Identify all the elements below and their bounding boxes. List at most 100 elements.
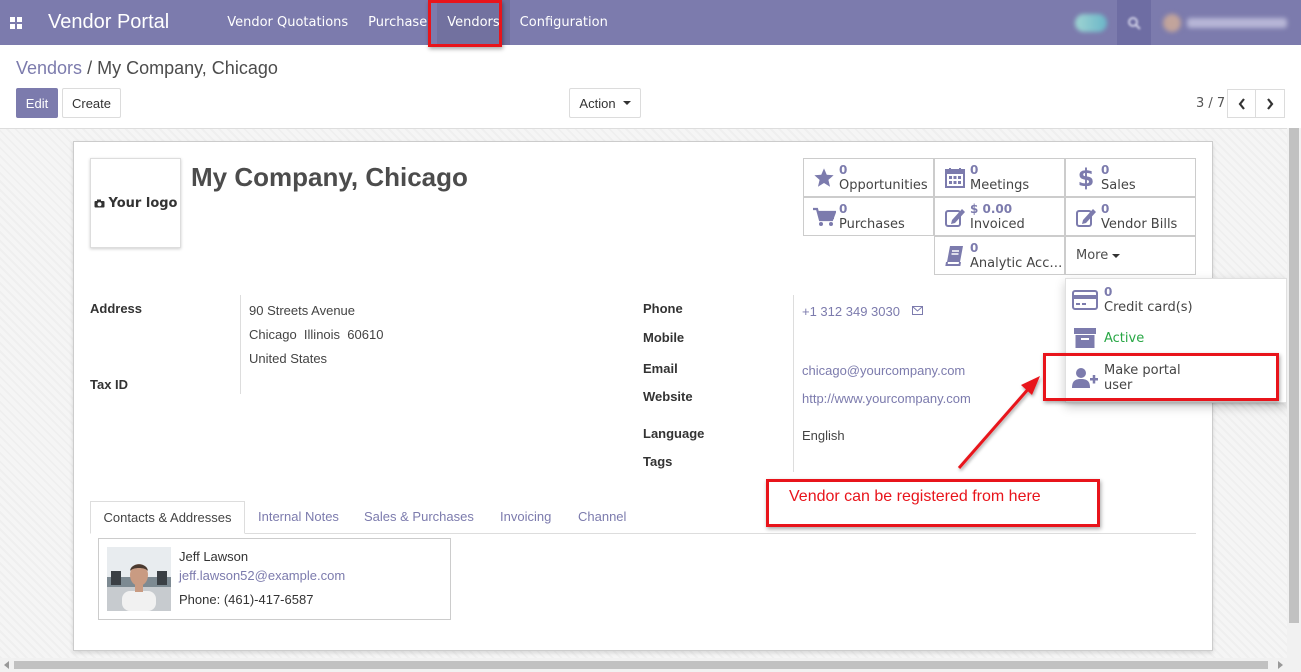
blurred-user-name: [1187, 17, 1287, 28]
invoiced-amount: $ 0.00: [970, 201, 1013, 216]
vendor-bills-label: Vendor Bills: [1101, 216, 1178, 232]
grid-icon: [10, 16, 22, 29]
edit-button[interactable]: Edit: [16, 88, 58, 118]
meetings-smart-button[interactable]: 0 Meetings: [934, 158, 1065, 197]
main-menu: Vendor Quotations Purchase Vendors Confi…: [217, 0, 618, 45]
credit-cards-count: 0: [1104, 285, 1113, 299]
chevron-right-icon: [1267, 97, 1274, 110]
scroll-right-arrow-icon[interactable]: [1276, 661, 1284, 669]
company-logo[interactable]: Your logo: [90, 158, 181, 248]
vertical-scrollbar[interactable]: [1287, 128, 1301, 658]
pager-previous-button[interactable]: [1227, 89, 1257, 118]
breadcrumb-current: My Company, Chicago: [97, 58, 278, 78]
language-label: Language: [643, 426, 705, 441]
tags-label: Tags: [643, 454, 673, 469]
tab-internal-notes[interactable]: Internal Notes: [258, 509, 339, 524]
opportunities-count: 0: [839, 162, 848, 177]
tabs-baseline: [90, 533, 1196, 534]
phone-link[interactable]: +1 312 349 3030: [802, 304, 900, 319]
book-icon: [945, 245, 963, 266]
meetings-label: Meetings: [970, 177, 1030, 193]
vendor-bills-smart-button[interactable]: 0 Vendor Bills: [1065, 197, 1196, 236]
action-dropdown[interactable]: Action: [569, 88, 641, 118]
menu-vendor-quotations[interactable]: Vendor Quotations: [217, 0, 358, 45]
active-toggle-button[interactable]: Active: [1066, 325, 1286, 351]
website-label: Website: [643, 389, 693, 404]
breadcrumb: Vendors / My Company, Chicago: [16, 58, 278, 79]
contact-avatar: [107, 547, 171, 611]
more-smart-button[interactable]: More: [1065, 236, 1196, 275]
contact-name: Jeff Lawson: [179, 549, 249, 564]
tab-sales-purchases[interactable]: Sales & Purchases: [364, 509, 474, 524]
record-title: My Company, Chicago: [191, 162, 468, 192]
sales-smart-button[interactable]: $ 0 Sales: [1065, 158, 1196, 197]
scroll-left-arrow-icon[interactable]: [3, 661, 11, 669]
person-photo-icon: [107, 547, 171, 611]
vertical-scrollbar-thumb[interactable]: [1289, 128, 1299, 623]
star-icon: [814, 167, 834, 187]
mobile-label: Mobile: [643, 330, 685, 345]
apps-menu-button[interactable]: [0, 0, 32, 45]
cart-icon: [813, 207, 836, 226]
camera-icon: [94, 199, 105, 207]
menu-configuration[interactable]: Configuration: [510, 0, 618, 45]
annotation-callout: Vendor can be registered from here: [766, 479, 1100, 527]
address-label: Address: [90, 301, 143, 316]
address-street: 90 Streets Avenue: [249, 303, 356, 318]
email-link[interactable]: chicago@yourcompany.com: [802, 363, 965, 378]
blurred-widget-icon[interactable]: [1075, 13, 1107, 32]
make-portal-user-highlight: [1043, 353, 1279, 401]
invoiced-smart-button[interactable]: $ 0.00 Invoiced: [934, 197, 1065, 236]
contact-email[interactable]: jeff.lawson52@example.com: [179, 568, 345, 583]
sales-count: 0: [1101, 162, 1110, 177]
top-navbar: Vendor Portal Vendor Quotations Purchase…: [0, 0, 1301, 45]
phone-label: Phone: [643, 301, 683, 316]
pager-value[interactable]: 3 / 7: [1196, 96, 1225, 111]
pencil-square-icon: [1076, 208, 1096, 227]
search-icon: [1128, 16, 1141, 30]
analytic-accounts-label: Analytic Acc…: [970, 255, 1063, 271]
analytic-accounts-smart-button[interactable]: 0 Analytic Acc…: [934, 236, 1065, 275]
purchases-label: Purchases: [839, 216, 905, 232]
app-title: Vendor Portal: [48, 11, 170, 33]
horizontal-scrollbar-thumb[interactable]: [14, 661, 1268, 669]
active-label: Active: [1104, 330, 1145, 346]
horizontal-scrollbar[interactable]: [0, 658, 1301, 672]
tab-contacts-addresses[interactable]: Contacts & Addresses: [90, 501, 245, 534]
menu-purchase[interactable]: Purchase: [358, 0, 437, 45]
calendar-icon: [945, 167, 965, 188]
pager-next-button[interactable]: [1255, 89, 1285, 118]
vendors-menu-highlight: [428, 0, 502, 47]
systray-search-button[interactable]: [1117, 0, 1151, 45]
credit-cards-button[interactable]: 0 Credit card(s): [1066, 285, 1286, 315]
credit-cards-label: Credit card(s): [1104, 300, 1193, 315]
create-button[interactable]: Create: [62, 88, 121, 118]
purchases-smart-button[interactable]: 0 Purchases: [803, 197, 934, 236]
right-field-divider: [793, 295, 794, 472]
purchases-count: 0: [839, 201, 848, 216]
meetings-count: 0: [970, 162, 979, 177]
dollar-icon: $: [1077, 163, 1095, 192]
website-link[interactable]: http://www.yourcompany.com: [802, 391, 971, 406]
opportunities-label: Opportunities: [839, 177, 928, 193]
vendor-bills-count: 0: [1101, 201, 1110, 216]
contact-card[interactable]: Jeff Lawson jeff.lawson52@example.com Ph…: [98, 538, 451, 620]
tab-channel[interactable]: Channel: [578, 509, 626, 524]
language-value: English: [802, 428, 845, 443]
address-country: United States: [249, 351, 328, 366]
user-menu[interactable]: [1163, 13, 1287, 32]
more-label: More: [1076, 248, 1109, 263]
breadcrumb-vendors-link[interactable]: Vendors: [16, 58, 82, 78]
tab-invoicing[interactable]: Invoicing: [500, 509, 551, 524]
breadcrumb-separator: /: [87, 58, 93, 78]
envelope-icon[interactable]: [912, 306, 923, 315]
opportunities-smart-button[interactable]: 0 Opportunities: [803, 158, 934, 197]
caret-down-icon: [622, 101, 631, 105]
action-label: Action: [579, 95, 616, 111]
email-label: Email: [643, 361, 678, 376]
invoiced-label: Invoiced: [970, 216, 1025, 232]
left-field-divider: [240, 295, 241, 394]
caret-down-icon: [1112, 253, 1121, 258]
tax-id-label: Tax ID: [90, 377, 129, 392]
sales-label: Sales: [1101, 177, 1136, 193]
